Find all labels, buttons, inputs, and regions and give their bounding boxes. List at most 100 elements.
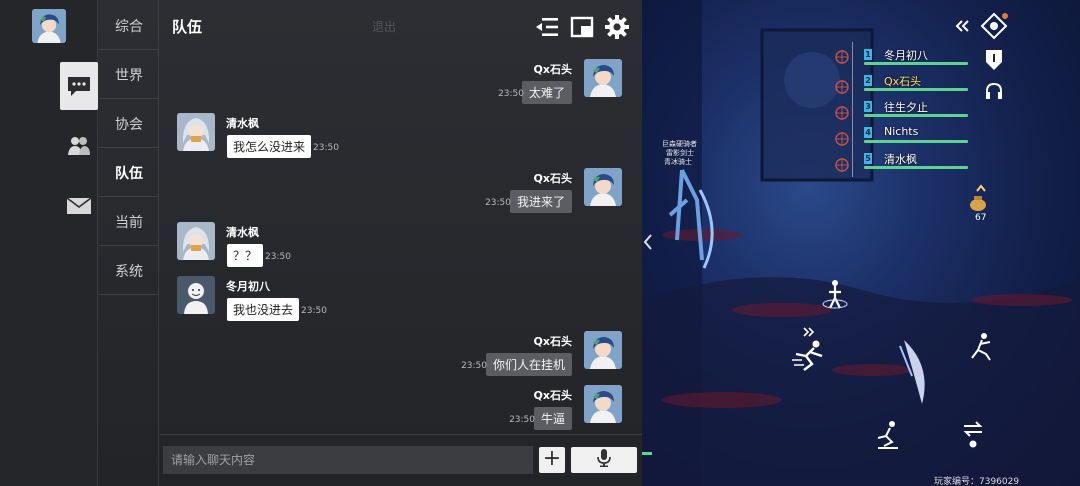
- party-crest-icon: [833, 156, 851, 174]
- party-member[interactable]: 1 冬月初八: [864, 46, 974, 66]
- message-right: Qx石头 你们人在挂机 23:50: [160, 331, 642, 376]
- party-member[interactable]: 2 Qx石头: [864, 72, 974, 92]
- dash-skill-icon[interactable]: [790, 338, 830, 372]
- message-bubble: 我进来了: [509, 190, 572, 213]
- channel-tabs: 综合 世界 协会 队伍 当前 系统: [99, 0, 159, 486]
- avatar[interactable]: [177, 276, 215, 314]
- message-list[interactable]: Qx石头 太难了 23:50 清水枫 我怎么没进来 23:50 Qx石头 我进来…: [160, 54, 642, 434]
- message-right: Qx石头 我进来了 23:50: [160, 168, 642, 213]
- chat-title: 队伍: [172, 18, 203, 36]
- message-time: 23:50: [301, 306, 327, 316]
- party-slot-number: 4: [864, 127, 872, 138]
- game-scene: [642, 0, 1080, 486]
- party-hp-bar: [864, 62, 968, 65]
- party-crest-icon: [833, 130, 851, 148]
- message-time: 23:50: [485, 198, 511, 208]
- weapon-attack-icon[interactable]: [892, 336, 938, 408]
- tab-general[interactable]: 综合: [99, 2, 159, 50]
- message-time: 23:50: [498, 89, 524, 99]
- tab-team[interactable]: 队伍: [99, 149, 159, 197]
- party-slot-number: 2: [864, 75, 872, 86]
- sender-name: Qx石头: [533, 172, 572, 185]
- message-left: 清水枫 我怎么没进来 23:50: [160, 113, 642, 158]
- party-member-name: Qx石头: [884, 75, 922, 88]
- message-bubble: ？？: [227, 244, 264, 267]
- party-hp-bar: [864, 114, 968, 117]
- tab-nearby[interactable]: 当前: [99, 198, 159, 246]
- chat-side-rail: [0, 0, 98, 486]
- party-slot-number: 1: [864, 49, 872, 60]
- avatar: [32, 9, 66, 43]
- party-member[interactable]: 4 Nichts: [864, 124, 974, 144]
- party-crest-icon: [833, 78, 851, 96]
- fast-forward-icon: [802, 322, 816, 337]
- party-hp-bar: [864, 140, 968, 143]
- party-hp-bar: [864, 88, 968, 91]
- sender-name: Qx石头: [533, 389, 572, 402]
- party-divider: [852, 42, 853, 177]
- player-id-label: 玩家编号：7396029: [934, 477, 1020, 486]
- voice-input-button[interactable]: [571, 447, 637, 473]
- friends-icon[interactable]: [60, 130, 98, 162]
- headset-icon[interactable]: [984, 82, 1004, 100]
- avatar[interactable]: [584, 385, 622, 423]
- game-viewport[interactable]: 巨森硬骑者 雷影剑士 青冰骑士 1 冬月初八 2 Qx石头 3 往生夕止 4 N…: [642, 0, 1080, 486]
- chat-header: 队伍 退出: [160, 0, 642, 54]
- expand-up-icon[interactable]: [975, 178, 987, 192]
- tab-system[interactable]: 系统: [99, 247, 159, 295]
- party-crest-icon: [833, 48, 851, 66]
- microphone-icon: [597, 449, 611, 471]
- message-time: 23:50: [461, 361, 487, 371]
- message-right: Qx石头 牛逼 23:50: [160, 385, 642, 430]
- party-member-name: 冬月初八: [884, 49, 928, 62]
- player-avatar[interactable]: [14, 8, 84, 44]
- message-bubble: 太难了: [521, 81, 572, 104]
- message-bubble: 我也没进去: [227, 298, 300, 321]
- background-exit-text: 退出: [372, 20, 397, 34]
- message-left: 冬月初八 我也没进去 23:50: [160, 276, 642, 321]
- avatar[interactable]: [584, 59, 622, 97]
- mail-icon[interactable]: [60, 192, 98, 220]
- sender-name: Qx石头: [533, 335, 572, 348]
- settings-gear-icon[interactable]: [604, 14, 630, 40]
- sender-name: 清水枫: [226, 117, 259, 130]
- party-member-name: 往生夕止: [884, 101, 928, 114]
- chat-icon[interactable]: [60, 62, 98, 110]
- add-attachment-button[interactable]: +: [539, 447, 565, 473]
- team-target-icon[interactable]: [980, 12, 1008, 40]
- sender-name: 清水枫: [226, 226, 259, 239]
- npc-label: 青冰骑士: [664, 158, 692, 166]
- team-badge-icon[interactable]: [984, 48, 1004, 72]
- tab-world[interactable]: 世界: [99, 51, 159, 99]
- chat-input-bar: +: [160, 434, 642, 486]
- chat-panel: 综合 世界 协会 队伍 当前 系统 队伍 退出 Qx石头 太难了 23:50 清…: [0, 0, 642, 486]
- message-time: 23:50: [313, 143, 339, 153]
- swap-weapon-icon[interactable]: [962, 420, 984, 448]
- collapse-chat-button[interactable]: [642, 226, 654, 258]
- message-bubble: 你们人在挂机: [485, 353, 572, 376]
- party-member[interactable]: 3 往生夕止: [864, 98, 974, 118]
- party-member[interactable]: 5 清水枫: [864, 150, 974, 170]
- party-slot-number: 5: [864, 153, 872, 164]
- party-member-name: 清水枫: [884, 153, 917, 166]
- coin-count: 67: [975, 213, 987, 223]
- slide-skill-icon[interactable]: [874, 420, 902, 450]
- skill-slot-icon[interactable]: [968, 332, 994, 362]
- coin-pouch-icon[interactable]: [968, 194, 988, 212]
- sender-name: Qx石头: [533, 63, 572, 76]
- tab-guild[interactable]: 协会: [99, 100, 159, 148]
- avatar[interactable]: [177, 113, 215, 151]
- chat-input[interactable]: [163, 446, 533, 474]
- list-collapse-icon[interactable]: [534, 14, 560, 40]
- message-time: 23:50: [509, 415, 535, 425]
- party-crest-icon: [833, 104, 851, 122]
- avatar[interactable]: [584, 331, 622, 369]
- party-slot-number: 3: [864, 101, 872, 112]
- message-left: 清水枫 ？？ 23:50: [160, 222, 642, 267]
- dodge-skill-icon[interactable]: [820, 278, 850, 310]
- avatar[interactable]: [584, 168, 622, 206]
- avatar[interactable]: [177, 222, 215, 260]
- window-mode-icon[interactable]: [569, 14, 595, 40]
- message-time: 23:50: [265, 252, 291, 262]
- collapse-party-icon[interactable]: [954, 18, 970, 34]
